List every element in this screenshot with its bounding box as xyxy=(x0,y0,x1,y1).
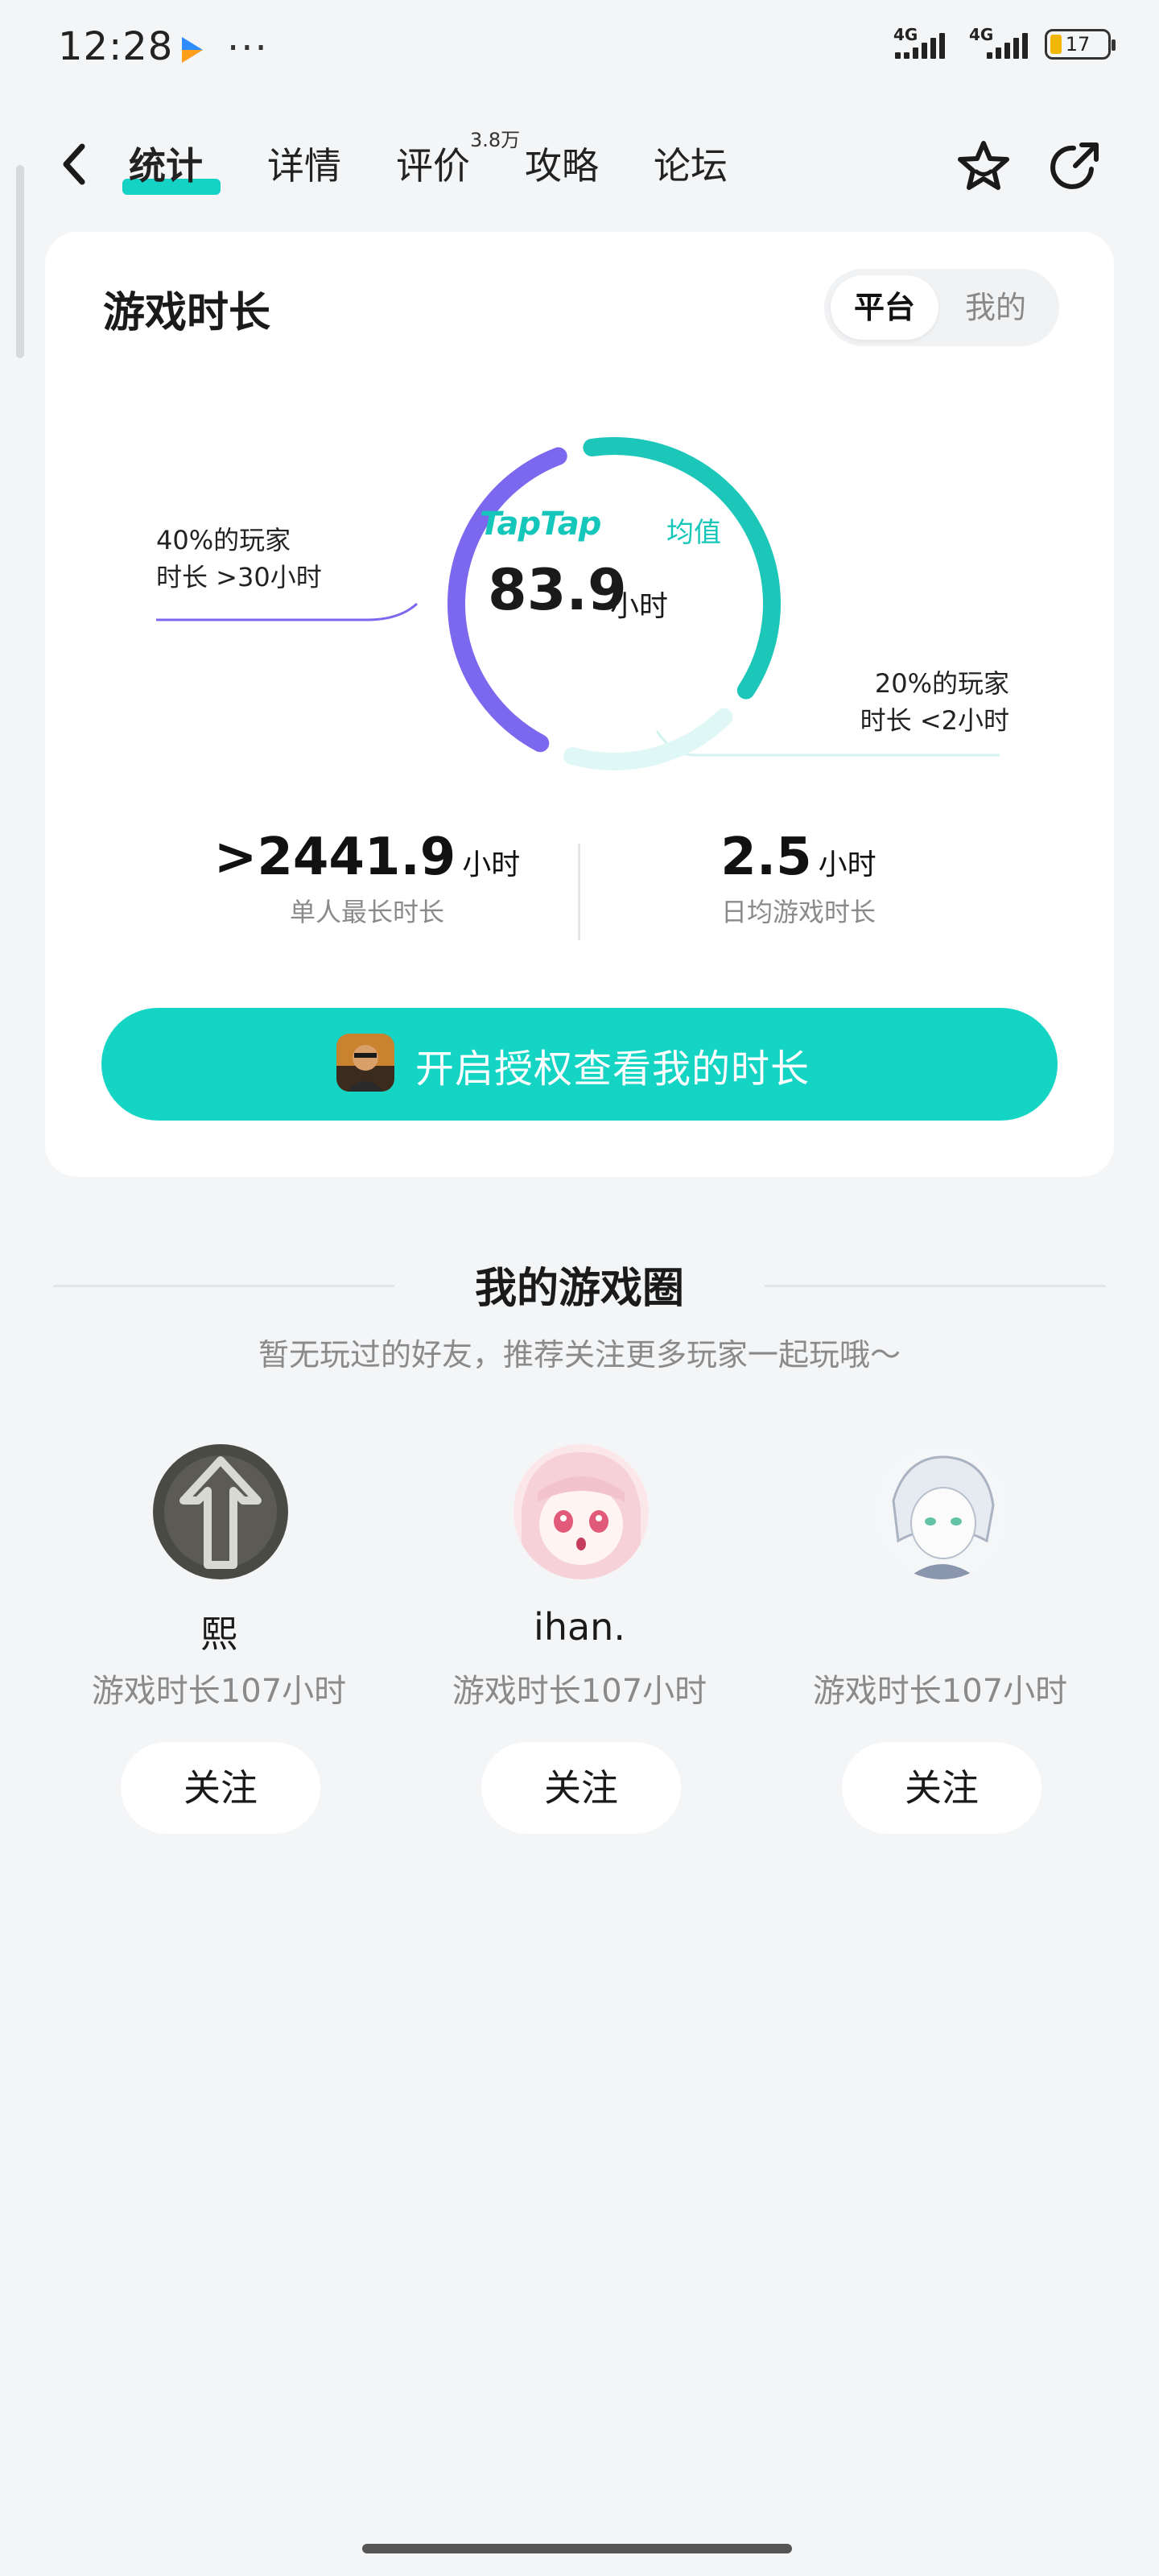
avatar[interactable] xyxy=(514,1444,649,1579)
annotation-over-30h-line1: 40%的玩家 xyxy=(156,525,291,555)
avatar[interactable] xyxy=(153,1444,288,1579)
max-playtime-stat: >2441.9 小时 单人最长时长 xyxy=(158,828,576,929)
status-bar: 12:28 ··· 4G 4G 17 xyxy=(0,0,1159,97)
annotation-under-2h-line2: 时长 <2小时 xyxy=(860,705,1009,736)
recommended-player-card: ihan. 游戏时长107小时 关注 xyxy=(410,1444,749,1839)
divider-right xyxy=(765,1285,1106,1287)
status-right: 4G 4G 17 xyxy=(893,25,1116,60)
toggle-platform[interactable]: 平台 xyxy=(831,275,938,340)
battery-icon: 17 xyxy=(1045,29,1116,60)
playtime-title: 游戏时长 xyxy=(103,289,271,337)
game-icon xyxy=(336,1034,394,1092)
status-time: 12:28 xyxy=(58,24,174,69)
max-playtime-label: 单人最长时长 xyxy=(289,897,444,927)
authorize-playtime-button[interactable]: 开启授权查看我的时长 xyxy=(101,1008,1058,1121)
annotation-under-2h-line1: 20%的玩家 xyxy=(874,668,1009,699)
top-nav: 统计 详情 评价 3.8万 攻略 论坛 xyxy=(0,121,1159,209)
authorize-playtime-label: 开启授权查看我的时长 xyxy=(415,1046,810,1092)
more-notifications-icon: ··· xyxy=(227,26,269,71)
playtime-stats: >2441.9 小时 单人最长时长 2.5 小时 日均游戏时长 xyxy=(45,828,1114,964)
left-leader-line xyxy=(156,602,419,621)
annotation-over-30h-line2: 时长 >30小时 xyxy=(156,562,322,592)
stats-divider xyxy=(578,844,580,940)
signal-2-label: 4G xyxy=(969,25,994,44)
avatar[interactable] xyxy=(874,1444,1009,1579)
signal-1-icon: 4G xyxy=(893,25,955,59)
follow-button[interactable]: 关注 xyxy=(842,1742,1041,1834)
daily-playtime-unit: 小时 xyxy=(818,848,876,881)
tab-guides[interactable]: 攻略 xyxy=(525,137,599,190)
game-stats-page: 12:28 ··· 4G 4G 17 统计 详情 评价 3.8万 攻略 论坛 游… xyxy=(0,0,1159,2576)
avg-unit: 小时 xyxy=(610,590,669,623)
player-playtime: 游戏时长107小时 xyxy=(91,1673,347,1710)
player-playtime: 游戏时长107小时 xyxy=(452,1673,707,1710)
signal-1-label: 4G xyxy=(893,25,918,44)
signal-2-icon: 4G xyxy=(969,25,1030,59)
daily-playtime-value: 2.5 xyxy=(720,828,812,887)
max-playtime-unit: 小时 xyxy=(462,848,521,881)
game-circle-subtitle: 暂无玩过的好友，推荐关注更多玩家一起玩哦～ xyxy=(258,1337,901,1373)
taptap-logo: TapTap xyxy=(480,506,601,543)
playtime-card: 游戏时长 平台 我的 TapTap 均值 83.9 小时 40%的玩家 时长 >… xyxy=(45,232,1114,1177)
toggle-mine[interactable]: 我的 xyxy=(942,275,1050,340)
tab-reviews[interactable]: 评价 xyxy=(396,137,470,190)
daily-playtime-stat: 2.5 小时 日均游戏时长 xyxy=(670,828,927,929)
follow-button[interactable]: 关注 xyxy=(481,1742,681,1834)
app-notification-icon xyxy=(182,37,203,63)
player-playtime: 游戏时长107小时 xyxy=(812,1673,1068,1710)
tab-details[interactable]: 详情 xyxy=(267,137,341,190)
recommended-player-card: 游戏时长107小时 关注 xyxy=(771,1444,1109,1839)
follow-button[interactable]: 关注 xyxy=(121,1742,320,1834)
daily-playtime-label: 日均游戏时长 xyxy=(720,897,876,927)
home-indicator[interactable] xyxy=(362,2544,792,2553)
player-name[interactable]: ihan. xyxy=(410,1605,749,1649)
chevron-left-icon[interactable] xyxy=(56,140,93,188)
player-name[interactable]: 熙 xyxy=(50,1605,388,1658)
tab-stats[interactable]: 统计 xyxy=(129,137,203,190)
avg-label: 均值 xyxy=(666,517,721,549)
tab-forum[interactable]: 论坛 xyxy=(654,137,728,190)
annotation-over-30h: 40%的玩家 时长 >30小时 xyxy=(156,522,322,596)
platform-mine-toggle: 平台 我的 xyxy=(824,269,1059,346)
star-outline-icon[interactable] xyxy=(953,137,1014,198)
share-icon[interactable] xyxy=(1043,137,1104,198)
avg-value: 83.9 xyxy=(488,557,627,623)
battery-level: 17 xyxy=(1065,33,1091,56)
review-count-badge: 3.8万 xyxy=(470,129,521,151)
max-playtime-value: >2441.9 xyxy=(213,828,456,887)
annotation-under-2h: 20%的玩家 时长 <2小时 xyxy=(832,665,1009,739)
recommended-player-card: 熙 游戏时长107小时 关注 xyxy=(50,1444,388,1839)
